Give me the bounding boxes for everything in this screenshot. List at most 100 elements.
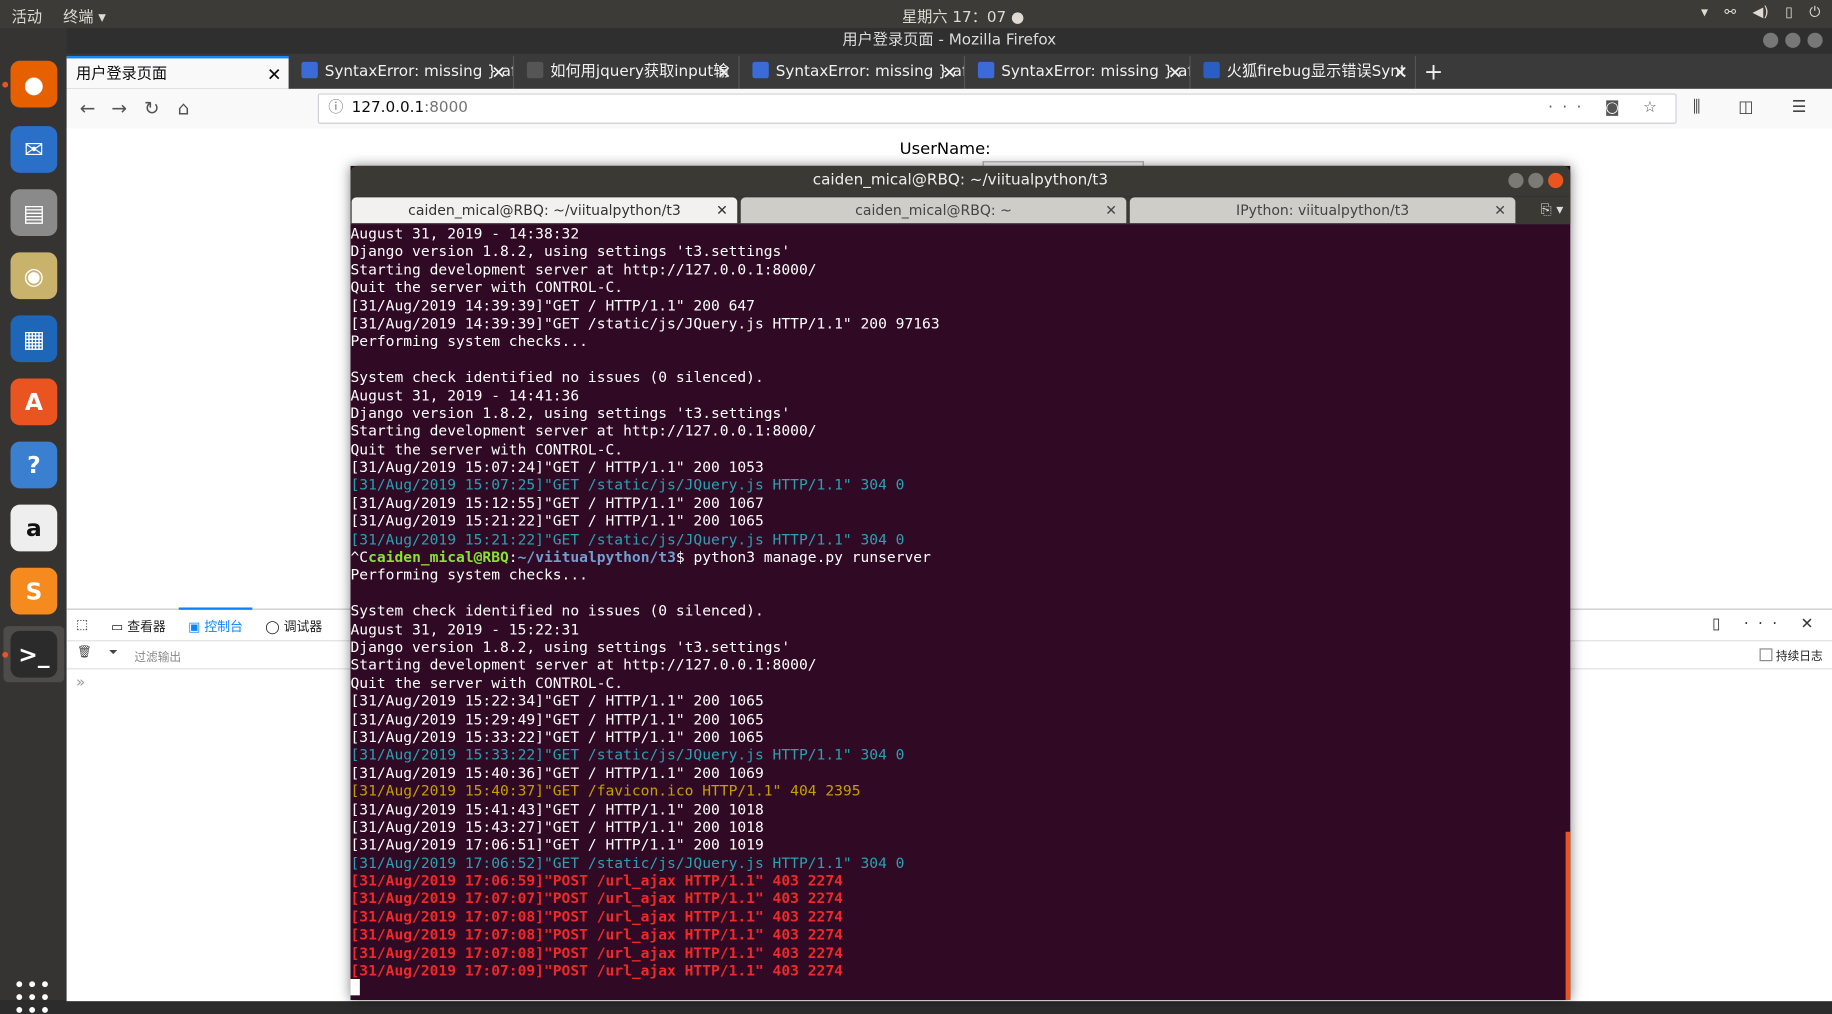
terminal-icon[interactable]: >_ [10,630,58,678]
close-icon[interactable] [1548,172,1564,189]
network-icon[interactable]: ⚯ [1724,4,1736,22]
terminal-line: [31/Aug/2019 15:33:22]"GET /static/js/JQ… [350,745,905,764]
tab-close-icon[interactable]: ✕ [942,56,957,89]
tab-close-icon[interactable]: ✕ [1393,56,1408,89]
tab-close-icon[interactable]: ✕ [1494,197,1506,223]
persist-logs-label: 持续日志 [1775,650,1823,664]
tab-label: caiden_mical@RBQ: ~ [855,202,1012,219]
terminal-line: System check identified no issues (0 sil… [350,601,764,620]
minimize-icon[interactable] [1508,172,1524,189]
browser-tab[interactable]: SyntaxError: missing } af ✕ [292,56,515,89]
reload-button[interactable]: ↻ [139,96,165,122]
app-menu[interactable]: 终端 ▾ [63,5,106,27]
browser-tab[interactable]: 用户登录页面 ✕ [66,56,289,89]
dropdown-icon[interactable]: ▾ [1701,4,1708,22]
back-button[interactable]: ← [75,96,101,122]
terminal-line: Django version 1.8.2, using settings 't3… [350,242,791,260]
terminal-tab[interactable]: caiden_mical@RBQ: ~ ✕ [740,197,1127,224]
terminal-tabs: caiden_mical@RBQ: ~/viitualpython/t3 ✕ ca… [350,196,1571,225]
tab-label: IPython: viitualpython/t3 [1236,202,1410,219]
help-icon[interactable]: ? [10,441,58,489]
terminal-line: Django version 1.8.2, using settings 't3… [350,637,791,656]
maximize-icon[interactable] [1528,172,1544,189]
tab-close-icon[interactable]: ✕ [1168,56,1183,89]
terminal-scrollbar[interactable] [1565,831,1571,1000]
new-tab-button[interactable]: + [1416,54,1451,89]
element-picker-icon[interactable]: ⬚ [76,617,88,632]
terminal-line: [31/Aug/2019 15:07:24]"GET / HTTP/1.1" 2… [350,458,764,476]
browser-tab[interactable]: 火狐firebug显示错误Synt ✕ [1194,56,1417,89]
terminal-line: [31/Aug/2019 17:07:08]"POST /url_ajax HT… [350,907,843,926]
terminal-line: [31/Aug/2019 15:40:37]"GET /favicon.ico … [350,781,861,800]
trash-icon[interactable]: 🗑 [77,646,92,659]
terminal-line: [31/Aug/2019 15:40:36]"GET / HTTP/1.1" 2… [350,763,764,782]
files-icon[interactable]: ▤ [10,189,58,236]
new-terminal-tab-icon[interactable]: ⎘ ▾ [1541,201,1564,219]
writer-icon[interactable]: ▦ [10,315,58,363]
terminal-line: Starting development server at http://12… [350,422,817,440]
username-label: UserName: [899,140,991,159]
checkbox-icon[interactable] [1759,648,1773,662]
running-indicator [2,651,9,658]
terminal-line: [31/Aug/2019 17:06:52]"GET /static/js/JQ… [350,853,905,872]
prompt-colon: : [508,547,518,566]
rhythmbox-icon[interactable]: ◉ [10,252,58,300]
favicon-icon [1203,61,1220,79]
forward-button[interactable]: → [106,96,132,122]
tab-inspector[interactable]: ▭ 查看器 [111,617,166,636]
sublime-icon[interactable]: S [10,567,58,615]
site-info-icon[interactable]: ⓘ [328,95,343,123]
filter-input[interactable]: 过滤输出 [134,647,181,665]
tab-close-icon[interactable]: ✕ [267,58,282,88]
terminal-line: [31/Aug/2019 17:07:07]"POST /url_ajax HT… [350,889,843,908]
terminal-window: caiden_mical@RBQ: ~/viitualpython/t3 cai… [350,165,1571,1000]
clock[interactable]: 星期六 17：07 ● [902,5,1024,27]
running-indicator [2,81,9,88]
tab-close-icon[interactable]: ✕ [716,197,728,223]
thunderbird-icon[interactable]: ✉ [10,126,58,173]
tab-console[interactable]: ▣ 控制台 [178,607,253,636]
page-actions-icon[interactable]: ··· ◙ ☆ [1548,95,1666,123]
browser-tab[interactable]: 如何用jquery获取input输 ✕ [518,56,740,89]
maximize-icon[interactable] [1785,32,1801,48]
close-icon[interactable] [1807,32,1823,48]
terminal-tab[interactable]: caiden_mical@RBQ: ~/viitualpython/t3 ✕ [351,197,738,224]
terminal-output[interactable]: August 31, 2019 - 14:38:32 Django version… [350,224,1564,1000]
terminal-line: [31/Aug/2019 15:29:49]"GET / HTTP/1.1" 2… [350,709,764,728]
terminal-tab[interactable]: IPython: viitualpython/t3 ✕ [1129,197,1516,224]
power-icon[interactable]: ⏻ [1809,4,1820,22]
dock: ● ✉ ▤ ◉ ▦ A? a S >_ [0,28,67,1013]
tab-close-icon[interactable]: ✕ [491,56,506,89]
software-icon[interactable]: A [10,378,58,426]
volume-icon[interactable]: ◀) [1753,4,1769,22]
tab-close-icon[interactable]: ✕ [1105,197,1117,223]
favicon-icon [977,61,995,79]
show-applications-icon[interactable] [16,981,49,1014]
battery-icon[interactable]: ▯ [1785,4,1793,22]
firefox-icon[interactable]: ● [10,60,58,108]
browser-tab[interactable]: SyntaxError: missing } af ✕ [969,56,1191,89]
activities-button[interactable]: 活动 [12,5,42,27]
terminal-line: Starting development server at http://12… [350,260,817,278]
amazon-icon[interactable]: a [10,504,58,552]
tab-debugger[interactable]: ◯ 调试器 [265,617,322,636]
prompt-user: caiden_mical@RBQ [368,547,509,566]
terminal-line: [31/Aug/2019 15:21:22]"GET / HTTP/1.1" 2… [350,511,764,530]
console-input-chevron-icon[interactable]: » [76,674,85,692]
persist-logs-checkbox[interactable]: 持续日志 [1759,646,1823,664]
terminal-line: [31/Aug/2019 15:12:55]"GET / HTTP/1.1" 2… [350,493,764,512]
terminal-line: [31/Aug/2019 17:07:08]"POST /url_ajax HT… [350,943,843,962]
home-button[interactable]: ⌂ [171,96,197,122]
tab-close-icon[interactable]: ✕ [717,56,732,89]
url-text[interactable]: 127.0.0.1:8000 [352,95,468,123]
minimize-icon[interactable] [1763,32,1779,48]
terminal-line: [31/Aug/2019 15:43:27]"GET / HTTP/1.1" 2… [350,817,764,836]
url-bar[interactable]: ⓘ 127.0.0.1:8000 ··· ◙ ☆ [317,93,1677,124]
toolbar-right-icons[interactable]: ⫼ ◫ ☰ [1693,98,1823,117]
system-tray[interactable]: ▾ ⚯ ◀) ▯ ⏻ [1701,4,1820,22]
devtools-controls[interactable]: ▯ ··· ✕ [1712,616,1823,634]
filter-icon[interactable]: ⏷ [109,646,118,659]
browser-tab[interactable]: SyntaxError: missing } af ✕ [743,56,966,89]
firefox-titlebar: 用户登录页面 - Mozilla Firefox [66,28,1832,54]
